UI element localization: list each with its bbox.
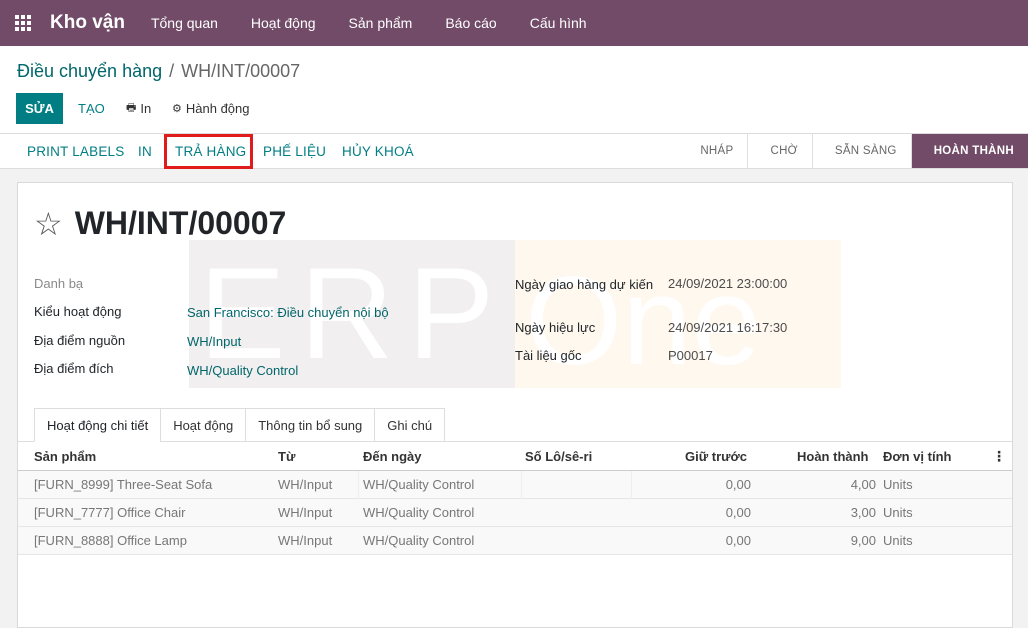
actions-label: Hành động [185, 101, 250, 116]
source-location-label: Địa điểm nguồn [34, 333, 126, 348]
return-button-highlight [164, 134, 253, 169]
status-bar: PRINT LABELS IN TRẢ HÀNG PHẾ LIỆU HỦY KH… [0, 134, 1028, 169]
source-document-label: Tài liệu gốc [515, 348, 582, 363]
print-icon: 🖶 [126, 102, 137, 114]
col-uom[interactable]: Đơn vị tính [883, 449, 951, 464]
menu-operations[interactable]: Hoạt động [251, 15, 316, 31]
cell-to: WH/Quality Control [363, 505, 475, 520]
cell-uom: Units [883, 533, 913, 548]
table-row[interactable]: [FURN_8888] Office Lamp WH/Input WH/Qual… [18, 527, 1012, 555]
col-to[interactable]: Đến ngày [363, 449, 422, 464]
breadcrumb: Điều chuyển hàng / WH/INT/00007 [17, 61, 300, 82]
cell-product: [FURN_8999] Three-Seat Sofa [34, 477, 213, 492]
cell-uom: Units [883, 505, 913, 520]
column-options-icon[interactable]: ⋮ [992, 448, 1006, 465]
menu-configuration[interactable]: Cấu hình [530, 15, 587, 31]
record-title-row: ☆ WH/INT/00007 [34, 205, 286, 242]
cell-to: WH/Quality Control [363, 477, 475, 492]
cell-reserved: 0,00 [725, 505, 751, 520]
stage-waiting[interactable]: CHỜ [747, 134, 812, 168]
cell-done: 4,00 [850, 477, 876, 492]
menu-reporting[interactable]: Báo cáo [445, 15, 496, 31]
cell-divider [358, 471, 359, 499]
print-label: In [140, 101, 152, 116]
table-row[interactable]: [FURN_8999] Three-Seat Sofa WH/Input WH/… [18, 471, 1012, 499]
col-reserved[interactable]: Giữ trước [685, 449, 747, 464]
cell-from: WH/Input [278, 505, 333, 520]
cell-product: [FURN_8888] Office Lamp [34, 533, 187, 548]
top-navbar: Kho vận Tổng quan Hoạt động Sản phẩm Báo… [0, 0, 1028, 46]
stage-done[interactable]: HOÀN THÀNH [910, 134, 1028, 168]
source-location-value[interactable]: WH/Input [187, 334, 241, 349]
star-icon[interactable]: ☆ [34, 208, 63, 240]
cell-to: WH/Quality Control [363, 533, 475, 548]
menu-products[interactable]: Sản phẩm [349, 15, 413, 31]
dest-location-value[interactable]: WH/Quality Control [187, 363, 298, 378]
scheduled-date-value[interactable]: 24/09/2021 23:00:00 [668, 276, 787, 291]
col-done[interactable]: Hoàn thành [797, 449, 869, 464]
cell-reserved: 0,00 [725, 477, 751, 492]
contact-label: Danh bạ [34, 276, 84, 291]
cell-divider [521, 471, 522, 499]
dest-location-label: Địa điểm đích [34, 361, 114, 376]
cell-from: WH/Input [278, 533, 333, 548]
breadcrumb-parent[interactable]: Điều chuyển hàng [17, 61, 162, 81]
cell-product: [FURN_7777] Office Chair [34, 505, 186, 520]
print-status-button[interactable]: IN [138, 134, 152, 168]
cell-reserved: 0,00 [725, 533, 751, 548]
tab-operations[interactable]: Hoạt động [160, 408, 247, 442]
scheduled-date-label: Ngày giao hàng dự kiến [515, 277, 654, 292]
print-button[interactable]: 🖶 In [126, 93, 151, 124]
operation-type-label: Kiểu hoạt động [34, 304, 122, 319]
stage-draft[interactable]: NHÁP [678, 134, 748, 168]
menu-overview[interactable]: Tổng quan [151, 15, 218, 31]
source-document-value[interactable]: P00017 [668, 348, 713, 363]
cell-done: 3,00 [850, 505, 876, 520]
col-from[interactable]: Từ [278, 449, 295, 464]
col-lot[interactable]: Số Lô/sê-ri [525, 449, 592, 464]
app-brand[interactable]: Kho vận [50, 12, 125, 34]
table-row[interactable]: [FURN_7777] Office Chair WH/Input WH/Qua… [18, 499, 1012, 527]
form-sheet: ERP One ☆ WH/INT/00007 Danh bạ Kiểu hoạt… [17, 182, 1013, 628]
stage-ready[interactable]: SẴN SÀNG [811, 134, 911, 168]
effective-date-value[interactable]: 24/09/2021 16:17:30 [668, 320, 787, 335]
edit-button[interactable]: SỬA [16, 93, 63, 124]
tab-note[interactable]: Ghi chú [374, 408, 446, 442]
table-header: Sản phẩm Từ Đến ngày Số Lô/sê-ri Giữ trư… [18, 442, 1012, 471]
tab-detailed-operations[interactable]: Hoạt động chi tiết [34, 408, 162, 442]
apps-menu-icon[interactable] [0, 0, 46, 46]
cell-uom: Units [883, 477, 913, 492]
unlock-button[interactable]: HỦY KHOÁ [342, 134, 414, 168]
print-labels-button[interactable]: PRINT LABELS [27, 134, 124, 168]
record-title: WH/INT/00007 [74, 205, 287, 241]
cell-from: WH/Input [278, 477, 333, 492]
col-product[interactable]: Sản phẩm [34, 449, 96, 464]
breadcrumb-current: WH/INT/00007 [181, 61, 301, 81]
operation-type-value[interactable]: San Francisco: Điều chuyển nội bộ [187, 305, 389, 320]
cell-done: 9,00 [850, 533, 876, 548]
notebook-tabs: Hoạt động chi tiết Hoạt động Thông tin b… [34, 408, 446, 442]
gear-icon: ⚙ [172, 103, 182, 115]
stage-pipeline: NHÁP CHỜ SẴN SÀNG HOÀN THÀNH [678, 134, 1028, 168]
actions-button[interactable]: ⚙ Hành động [172, 93, 250, 124]
tab-additional-info[interactable]: Thông tin bổ sung [245, 408, 376, 442]
scrap-button[interactable]: PHẾ LIỆU [263, 134, 326, 168]
cell-divider [631, 471, 632, 499]
control-panel: Điều chuyển hàng / WH/INT/00007 SỬA TẠO … [0, 46, 1028, 134]
effective-date-label: Ngày hiệu lực [515, 320, 596, 335]
breadcrumb-separator: / [169, 61, 175, 81]
create-button[interactable]: TẠO [72, 93, 111, 124]
